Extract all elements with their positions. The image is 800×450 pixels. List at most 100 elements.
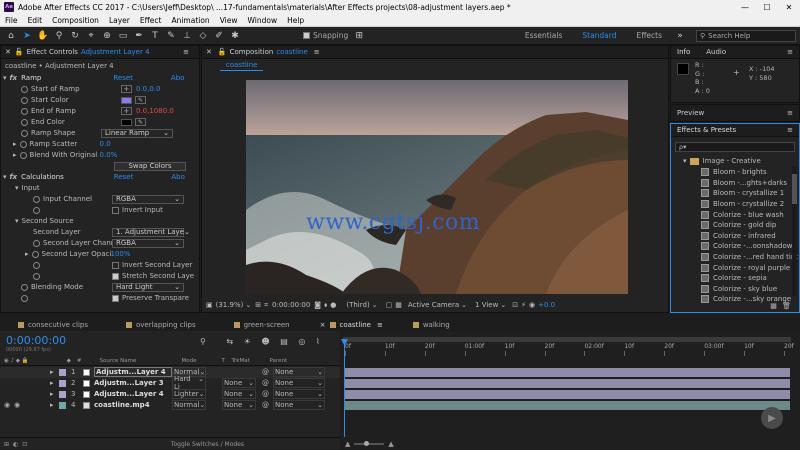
stopwatch-icon[interactable] bbox=[33, 206, 40, 214]
mode-dropdown[interactable]: Lighter ⌄ bbox=[172, 389, 206, 400]
zoom-tool-icon[interactable]: ⚲ bbox=[52, 29, 66, 43]
label-color-icon[interactable] bbox=[59, 368, 66, 376]
fx-icon[interactable]: fx bbox=[10, 173, 18, 181]
start-color-swatch[interactable] bbox=[121, 96, 132, 104]
stopwatch-icon[interactable] bbox=[31, 250, 39, 258]
in-out-icon[interactable]: ⊡ bbox=[22, 441, 27, 448]
mode-dropdown[interactable]: Normal ⌄ bbox=[172, 400, 206, 411]
pick-whip-icon[interactable]: @ bbox=[262, 401, 269, 409]
always-preview-icon[interactable]: ▣ bbox=[206, 301, 213, 309]
parent-dropdown[interactable]: None ⌄ bbox=[273, 378, 325, 389]
menu-animation[interactable]: Animation bbox=[166, 16, 214, 25]
preset-item[interactable]: Colorize - infrared bbox=[701, 231, 776, 242]
ramp-reset-link[interactable]: Reset bbox=[113, 74, 133, 82]
tab-green-screen[interactable]: green-screen bbox=[228, 321, 302, 329]
search-help-input[interactable]: ⚲ Search Help bbox=[696, 29, 796, 42]
stopwatch-icon[interactable] bbox=[21, 283, 28, 291]
eraser-tool-icon[interactable]: ◇ bbox=[196, 29, 210, 43]
crosshair-icon[interactable]: ✛ bbox=[121, 85, 132, 94]
zoom-out-icon[interactable]: ▲ bbox=[345, 440, 350, 448]
menu-edit[interactable]: Edit bbox=[23, 16, 48, 25]
zoom-dropdown[interactable]: (31.9%) bbox=[216, 301, 244, 309]
info-tab[interactable]: Info bbox=[677, 48, 690, 56]
preset-item[interactable]: Colorize - royal purple bbox=[701, 262, 790, 273]
fx-icon[interactable]: fx bbox=[10, 74, 18, 82]
close-panel-icon[interactable]: ✕ bbox=[5, 48, 11, 56]
close-panel-icon[interactable]: ✕ bbox=[206, 48, 212, 56]
stopwatch-icon[interactable] bbox=[33, 261, 40, 269]
menu-window[interactable]: Window bbox=[243, 16, 283, 25]
play-icon[interactable]: ▶ bbox=[761, 407, 783, 429]
preset-scrollbar[interactable] bbox=[792, 166, 797, 296]
selection-tool-icon[interactable]: ➤ bbox=[20, 29, 34, 43]
workspace-essentials[interactable]: Essentials bbox=[515, 31, 573, 40]
hand-tool-icon[interactable]: ✋ bbox=[36, 29, 50, 43]
trkmat-dropdown[interactable]: None ⌄ bbox=[222, 400, 256, 411]
input-channel-dropdown[interactable]: RGBA ⌄ bbox=[112, 194, 184, 204]
label-color-icon[interactable] bbox=[59, 379, 66, 387]
preset-item[interactable]: Colorize -...red hand tint bbox=[701, 252, 798, 263]
second-source-collapse-icon[interactable]: ▾ bbox=[15, 217, 19, 225]
preset-item[interactable]: Colorize - blue wash bbox=[701, 209, 784, 220]
lock-icon[interactable]: 🔓 bbox=[15, 48, 24, 56]
audio-tab[interactable]: Audio bbox=[706, 48, 726, 56]
tab-walking[interactable]: walking bbox=[407, 321, 462, 329]
menu-file[interactable]: File bbox=[0, 16, 23, 25]
stopwatch-icon[interactable] bbox=[21, 129, 28, 137]
timecode-display[interactable]: 0:00:00:00 bbox=[272, 301, 310, 309]
view-layout-dropdown[interactable]: 1 View bbox=[475, 301, 498, 309]
panel-menu-icon[interactable]: ≡ bbox=[314, 48, 320, 56]
new-folder-icon[interactable]: ▦ bbox=[770, 302, 777, 310]
comp-mini-flowchart-icon[interactable]: ⇆ bbox=[226, 337, 233, 346]
close-icon[interactable]: ✕ bbox=[778, 3, 800, 12]
search-icon[interactable]: ⚲ bbox=[200, 337, 206, 346]
ramp-shape-dropdown[interactable]: Linear Ramp ⌄ bbox=[101, 128, 173, 138]
home-icon[interactable]: ⌂ bbox=[4, 29, 18, 43]
shy-icon[interactable]: ☻ bbox=[261, 337, 269, 346]
stopwatch-icon[interactable] bbox=[21, 96, 28, 104]
brush-tool-icon[interactable]: ✎ bbox=[164, 29, 178, 43]
folder-expand-icon[interactable]: ▾ bbox=[683, 157, 687, 165]
composition-tab[interactable]: coastline bbox=[220, 61, 264, 71]
tab-coastline[interactable]: × coastline ≡ bbox=[314, 321, 395, 329]
swap-colors-button[interactable]: Swap Colors bbox=[114, 161, 186, 171]
layer-switches-icon[interactable]: ⊞ bbox=[4, 441, 9, 448]
preset-item[interactable]: Bloom - crystallize 2 bbox=[701, 199, 784, 210]
preset-item[interactable]: Bloom -...ghts+darks bbox=[701, 178, 787, 189]
layer-name[interactable]: Adjustm...Layer 4 bbox=[94, 390, 172, 398]
mask-icon[interactable]: ⌗ bbox=[264, 301, 268, 310]
tab-overlapping-clips[interactable]: overlapping clips bbox=[120, 321, 208, 329]
work-area-bar[interactable] bbox=[343, 337, 791, 342]
end-of-ramp-value[interactable]: 0.0,1080.0 bbox=[136, 107, 174, 115]
calculations-about-link[interactable]: Abo bbox=[171, 173, 185, 181]
type-tool-icon[interactable]: T bbox=[148, 29, 162, 43]
start-of-ramp-value[interactable]: 0.0,0.0 bbox=[136, 85, 161, 93]
expand-arrow-icon[interactable]: ▸ bbox=[13, 140, 17, 148]
current-time[interactable]: 0:00:00:00 bbox=[6, 334, 66, 347]
pan-behind-tool-icon[interactable]: ⊕ bbox=[100, 29, 114, 43]
expand-arrow-icon[interactable]: ▸ bbox=[50, 401, 59, 409]
panel-menu-icon[interactable]: ≡ bbox=[787, 126, 793, 134]
draft-3d-icon[interactable]: ☀ bbox=[244, 337, 251, 346]
frame-blending-icon[interactable]: ▤ bbox=[280, 337, 288, 346]
parent-dropdown[interactable]: None ⌄ bbox=[273, 389, 325, 400]
preset-item[interactable]: Colorize -...oonshadows bbox=[701, 241, 796, 252]
second-layer-opacity-value[interactable]: 100% bbox=[111, 250, 131, 258]
puppet-tool-icon[interactable]: ✱ bbox=[228, 29, 242, 43]
panel-menu-icon[interactable]: ≡ bbox=[377, 321, 383, 329]
layer-row[interactable]: ▸ 1 Adjustm...Layer 4 Normal ⌄ @ None ⌄ bbox=[0, 367, 340, 378]
expand-arrow-icon[interactable]: ▸ bbox=[25, 250, 29, 258]
layer-row[interactable]: ▸ 2 Adjustm...Layer 3 Hard Li ⌄ None ⌄ @ None ⌄ bbox=[0, 374, 340, 393]
track-bar-2[interactable] bbox=[345, 379, 790, 388]
graph-editor-icon[interactable]: ⌇ bbox=[316, 337, 320, 346]
calculations-collapse-icon[interactable]: ▾ bbox=[3, 173, 7, 181]
delete-icon[interactable]: 🗑 bbox=[782, 302, 791, 310]
stopwatch-icon[interactable] bbox=[19, 151, 27, 159]
tab-consecutive-clips[interactable]: consecutive clips bbox=[12, 321, 100, 329]
layer-name[interactable]: Adjustm...Layer 4 bbox=[94, 367, 172, 378]
transfer-controls-icon[interactable]: ◐ bbox=[13, 441, 18, 448]
stopwatch-icon[interactable] bbox=[19, 140, 27, 148]
eyedropper-icon[interactable]: ✎ bbox=[135, 96, 146, 105]
playhead[interactable] bbox=[344, 341, 345, 437]
snapping-options-icon[interactable]: ⊞ bbox=[352, 29, 366, 43]
